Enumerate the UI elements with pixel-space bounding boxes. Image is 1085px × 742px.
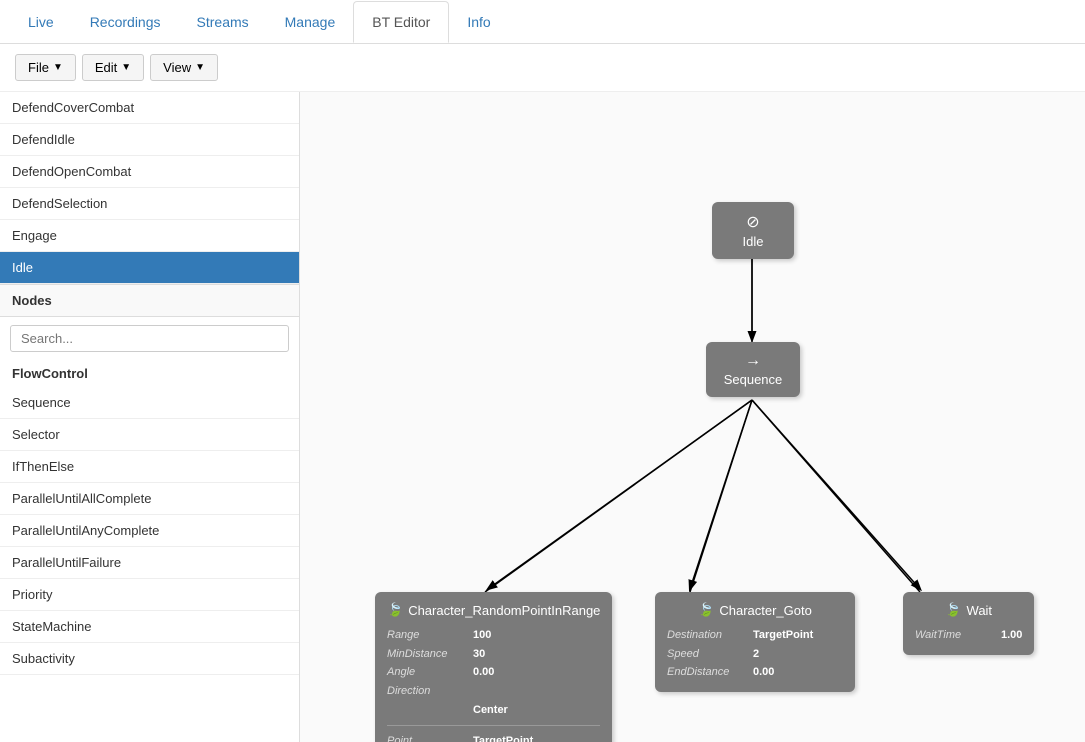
sequence-node[interactable]: → Sequence	[706, 342, 800, 397]
idle-label: Idle	[743, 234, 764, 249]
view-menu-button[interactable]: View ▼	[150, 54, 218, 81]
idle-icon: ⊘	[726, 212, 780, 232]
list-item-defend-idle[interactable]: DefendIdle	[0, 124, 299, 156]
wait-fields: WaitTime1.00	[915, 626, 1022, 645]
node-state-machine[interactable]: StateMachine	[0, 611, 299, 643]
flow-control-header: FlowControl	[0, 360, 299, 387]
character-random-icon: 🍃	[387, 602, 403, 618]
search-box	[0, 317, 299, 360]
node-parallel-until-all[interactable]: ParallelUntilAllComplete	[0, 483, 299, 515]
left-panel: DefendCoverCombat DefendIdle DefendOpenC…	[0, 92, 300, 742]
nav-manage[interactable]: Manage	[267, 2, 354, 42]
canvas-area[interactable]: ⊘ Idle → Sequence 🍃 Character_RandomPoin…	[300, 92, 1085, 742]
nodes-section: Nodes FlowControl Sequence Selector IfTh…	[0, 284, 299, 742]
character-random-fields: Range100 MinDistance30 Angle0.00 Directi…	[387, 626, 600, 742]
character-random-node[interactable]: 🍃 Character_RandomPointInRange Range100 …	[375, 592, 612, 742]
character-random-title: 🍃 Character_RandomPointInRange	[387, 602, 600, 618]
character-goto-title: 🍃 Character_Goto	[667, 602, 843, 618]
node-subactivity[interactable]: Subactivity	[0, 643, 299, 675]
list-item-defend-selection[interactable]: DefendSelection	[0, 188, 299, 220]
nav-info[interactable]: Info	[449, 2, 508, 42]
nav-streams[interactable]: Streams	[179, 2, 267, 42]
list-item-idle[interactable]: Idle	[0, 252, 299, 284]
list-item-engage[interactable]: Engage	[0, 220, 299, 252]
wait-icon: 🍃	[945, 602, 961, 618]
nav-bt-editor[interactable]: BT Editor	[353, 1, 449, 43]
nav-live[interactable]: Live	[10, 2, 72, 42]
wait-title: 🍃 Wait	[915, 602, 1022, 618]
character-goto-fields: DestinationTargetPoint Speed2 EndDistanc…	[667, 626, 843, 682]
character-goto-node[interactable]: 🍃 Character_Goto DestinationTargetPoint …	[655, 592, 855, 692]
nav-recordings[interactable]: Recordings	[72, 2, 179, 42]
view-caret-icon: ▼	[195, 62, 205, 73]
node-parallel-until-any[interactable]: ParallelUntilAnyComplete	[0, 515, 299, 547]
nodes-list: Sequence Selector IfThenElse ParallelUnt…	[0, 387, 299, 742]
toolbar: File ▼ Edit ▼ View ▼	[0, 44, 1085, 92]
node-selector[interactable]: Selector	[0, 419, 299, 451]
bt-list-section: DefendCoverCombat DefendIdle DefendOpenC…	[0, 92, 299, 284]
sequence-label: Sequence	[724, 372, 783, 387]
edit-label: Edit	[95, 60, 117, 75]
node-parallel-until-failure[interactable]: ParallelUntilFailure	[0, 547, 299, 579]
node-sequence[interactable]: Sequence	[0, 387, 299, 419]
main-layout: DefendCoverCombat DefendIdle DefendOpenC…	[0, 92, 1085, 742]
node-priority[interactable]: Priority	[0, 579, 299, 611]
list-item-defend-cover-combat[interactable]: DefendCoverCombat	[0, 92, 299, 124]
search-input[interactable]	[10, 325, 289, 352]
edit-menu-button[interactable]: Edit ▼	[82, 54, 144, 81]
sequence-icon: →	[720, 352, 786, 370]
view-label: View	[163, 60, 191, 75]
edit-caret-icon: ▼	[121, 62, 131, 73]
character-goto-icon: 🍃	[698, 602, 714, 618]
file-caret-icon: ▼	[53, 62, 63, 73]
list-item-defend-open-combat[interactable]: DefendOpenCombat	[0, 156, 299, 188]
nodes-header: Nodes	[0, 284, 299, 317]
idle-node[interactable]: ⊘ Idle	[712, 202, 794, 259]
file-label: File	[28, 60, 49, 75]
node-if-then-else[interactable]: IfThenElse	[0, 451, 299, 483]
wait-node[interactable]: 🍃 Wait WaitTime1.00	[903, 592, 1034, 655]
top-nav: Live Recordings Streams Manage BT Editor…	[0, 0, 1085, 44]
file-menu-button[interactable]: File ▼	[15, 54, 76, 81]
